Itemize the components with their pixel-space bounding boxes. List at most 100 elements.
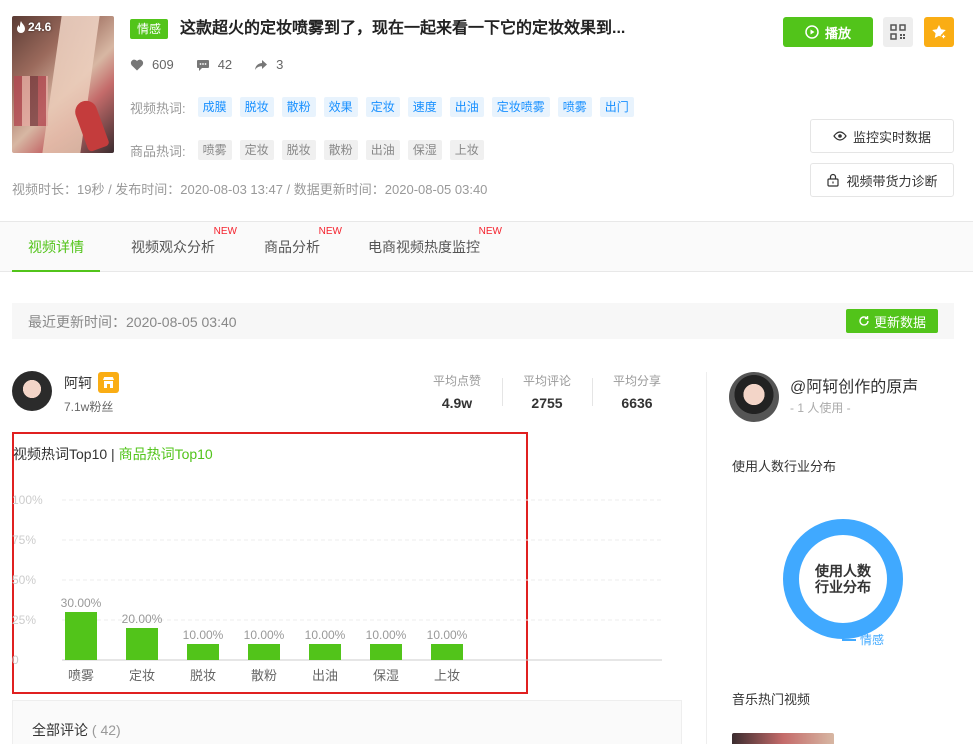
video-keyword[interactable]: 脱妆 [239,97,274,117]
video-keyword[interactable]: 散粉 [281,97,316,117]
tab-label: 电商视频热度监控 [368,239,480,255]
divider [502,378,503,406]
video-thumbnail[interactable]: 24.6 [12,16,114,153]
new-badge: NEW [478,226,502,237]
video-keyword[interactable]: 定妆喷雾 [491,97,550,117]
product-keywords-label: 商品热词: [130,143,186,159]
donut-legend[interactable]: 情感 [842,631,884,648]
video-keyword[interactable]: 速度 [407,97,442,117]
chart-header: 视频热词Top10 | 商品热词Top10 [13,444,213,464]
video-keyword[interactable]: 出门 [599,97,634,117]
avg-likes: 平均点赞 4.9w [422,372,492,411]
play-label: 播放 [824,25,851,41]
shop-icon [103,377,114,388]
video-title[interactable]: 这款超火的定妆喷雾到了，现在一起来看一下它的定妆效果到... [180,17,625,41]
diagnose-button[interactable]: 视频带货力诊断 [810,163,954,197]
tab-label: 视频观众分析 [131,239,215,255]
tab-video-detail[interactable]: 视频详情 [12,222,100,272]
star-add-icon [932,25,947,40]
comments-stat: 42 [196,57,232,72]
bar [187,644,219,660]
product-keyword[interactable]: 出油 [365,140,400,160]
product-keyword[interactable]: 散粉 [323,140,358,160]
hot-value: 24.6 [16,20,51,34]
play-icon [805,25,819,39]
x-tick-label: 散粉 [251,668,277,683]
eye-icon [833,131,847,141]
divider [706,372,707,744]
product-keyword[interactable]: 保湿 [407,140,442,160]
bar-value-label: 10.00% [305,628,346,642]
y-tick-label: 25% [12,613,36,627]
product-keywords: 商品热词: 喷雾 定妆 脱妆 散粉 出油 保湿 上妆 [130,140,484,160]
favorite-button[interactable] [924,17,954,47]
bar-value-label: 30.00% [61,596,102,610]
video-keywords-label: 视频热词: [130,100,186,116]
bar-value-label: 10.00% [366,628,407,642]
refresh-label: 更新数据 [873,314,926,330]
video-keyword[interactable]: 效果 [323,97,358,117]
video-keyword[interactable]: 成膜 [197,97,232,117]
comments-count: 42 [217,57,233,72]
video-keywords-top10-tab[interactable]: 视频热词Top10 [13,446,107,462]
hot-videos-heading: 音乐热门视频 [732,692,811,707]
product-keywords-top10-tab[interactable]: 商品热词Top10 [119,446,213,462]
y-tick-label: 50% [12,573,36,587]
legend-line [842,638,856,641]
qrcode-button[interactable] [883,17,913,47]
product-keyword[interactable]: 脱妆 [281,140,316,160]
video-keyword[interactable]: 定妆 [365,97,400,117]
refresh-data-button[interactable]: 更新数据 [846,309,938,333]
x-tick-label: 保湿 [373,668,399,683]
bar-value-label: 20.00% [122,612,163,626]
tab-label: 视频详情 [28,239,84,255]
lock-box-icon [827,173,840,187]
tab-product-analysis[interactable]: 商品分析 NEW [264,222,342,272]
monitor-realtime-button[interactable]: 监控实时数据 [810,119,954,153]
bar-value-label: 10.00% [427,628,468,642]
bar-value-label: 10.00% [183,628,224,642]
avg-shares-label: 平均分享 [612,374,661,388]
bar [370,644,402,660]
likes-count: 609 [152,57,174,72]
product-keyword[interactable]: 上妆 [449,140,484,160]
author-name[interactable]: 阿轲 [64,373,92,393]
bar [126,628,158,660]
comment-icon [196,59,209,71]
all-comments-tab[interactable]: 全部评论 ( 42) [32,720,121,740]
video-keyword[interactable]: 喷雾 [557,97,592,117]
music-usage: - 1 人使用 - [790,401,851,415]
video-keyword[interactable]: 出油 [449,97,484,117]
tab-heat-monitor[interactable]: 电商视频热度监控 NEW [368,222,502,272]
flame-icon [17,21,25,33]
x-tick-label: 定妆 [129,668,155,683]
play-button[interactable]: 播放 [783,17,873,47]
product-keyword[interactable]: 定妆 [239,140,274,160]
author-avatar[interactable] [12,371,52,411]
shop-badge [98,372,119,393]
avg-shares-value: 6636 [621,395,653,411]
divider [592,378,593,406]
keyword-bar-chart: 0 25% 50% 75% 100% 30.00% 喷雾 20.00% 定妆 10.00% 脱妆 10… [12,493,662,683]
y-tick-label: 75% [12,533,36,547]
emotion-tag: 情感 [130,19,169,39]
separator: | [107,446,119,462]
y-tick-label: 0 [12,653,19,667]
bar [248,644,280,660]
refresh-icon [859,316,869,326]
share-icon [255,59,268,70]
tab-audience-analysis[interactable]: 视频观众分析 NEW [131,222,237,272]
music-video-thumbnail[interactable] [732,733,834,744]
video-stats: 609 42 3 [130,57,283,72]
hot-value-text: 24.6 [28,20,52,34]
shares-count: 3 [276,57,284,72]
last-update-time: 最近更新时间：2020-08-05 03:40 [28,314,237,330]
x-tick-label: 喷雾 [68,668,94,683]
bar [431,644,463,660]
product-keyword[interactable]: 喷雾 [197,140,232,160]
video-meta: 视频时长：19秒 / 发布时间：2020-08-03 13:47 / 数据更新时… [12,182,488,197]
music-avatar[interactable] [729,372,779,422]
avg-shares: 平均分享 6636 [602,372,672,411]
music-title[interactable]: @阿轲创作的原声 [790,373,918,397]
industry-heading: 使用人数行业分布 [732,459,837,474]
